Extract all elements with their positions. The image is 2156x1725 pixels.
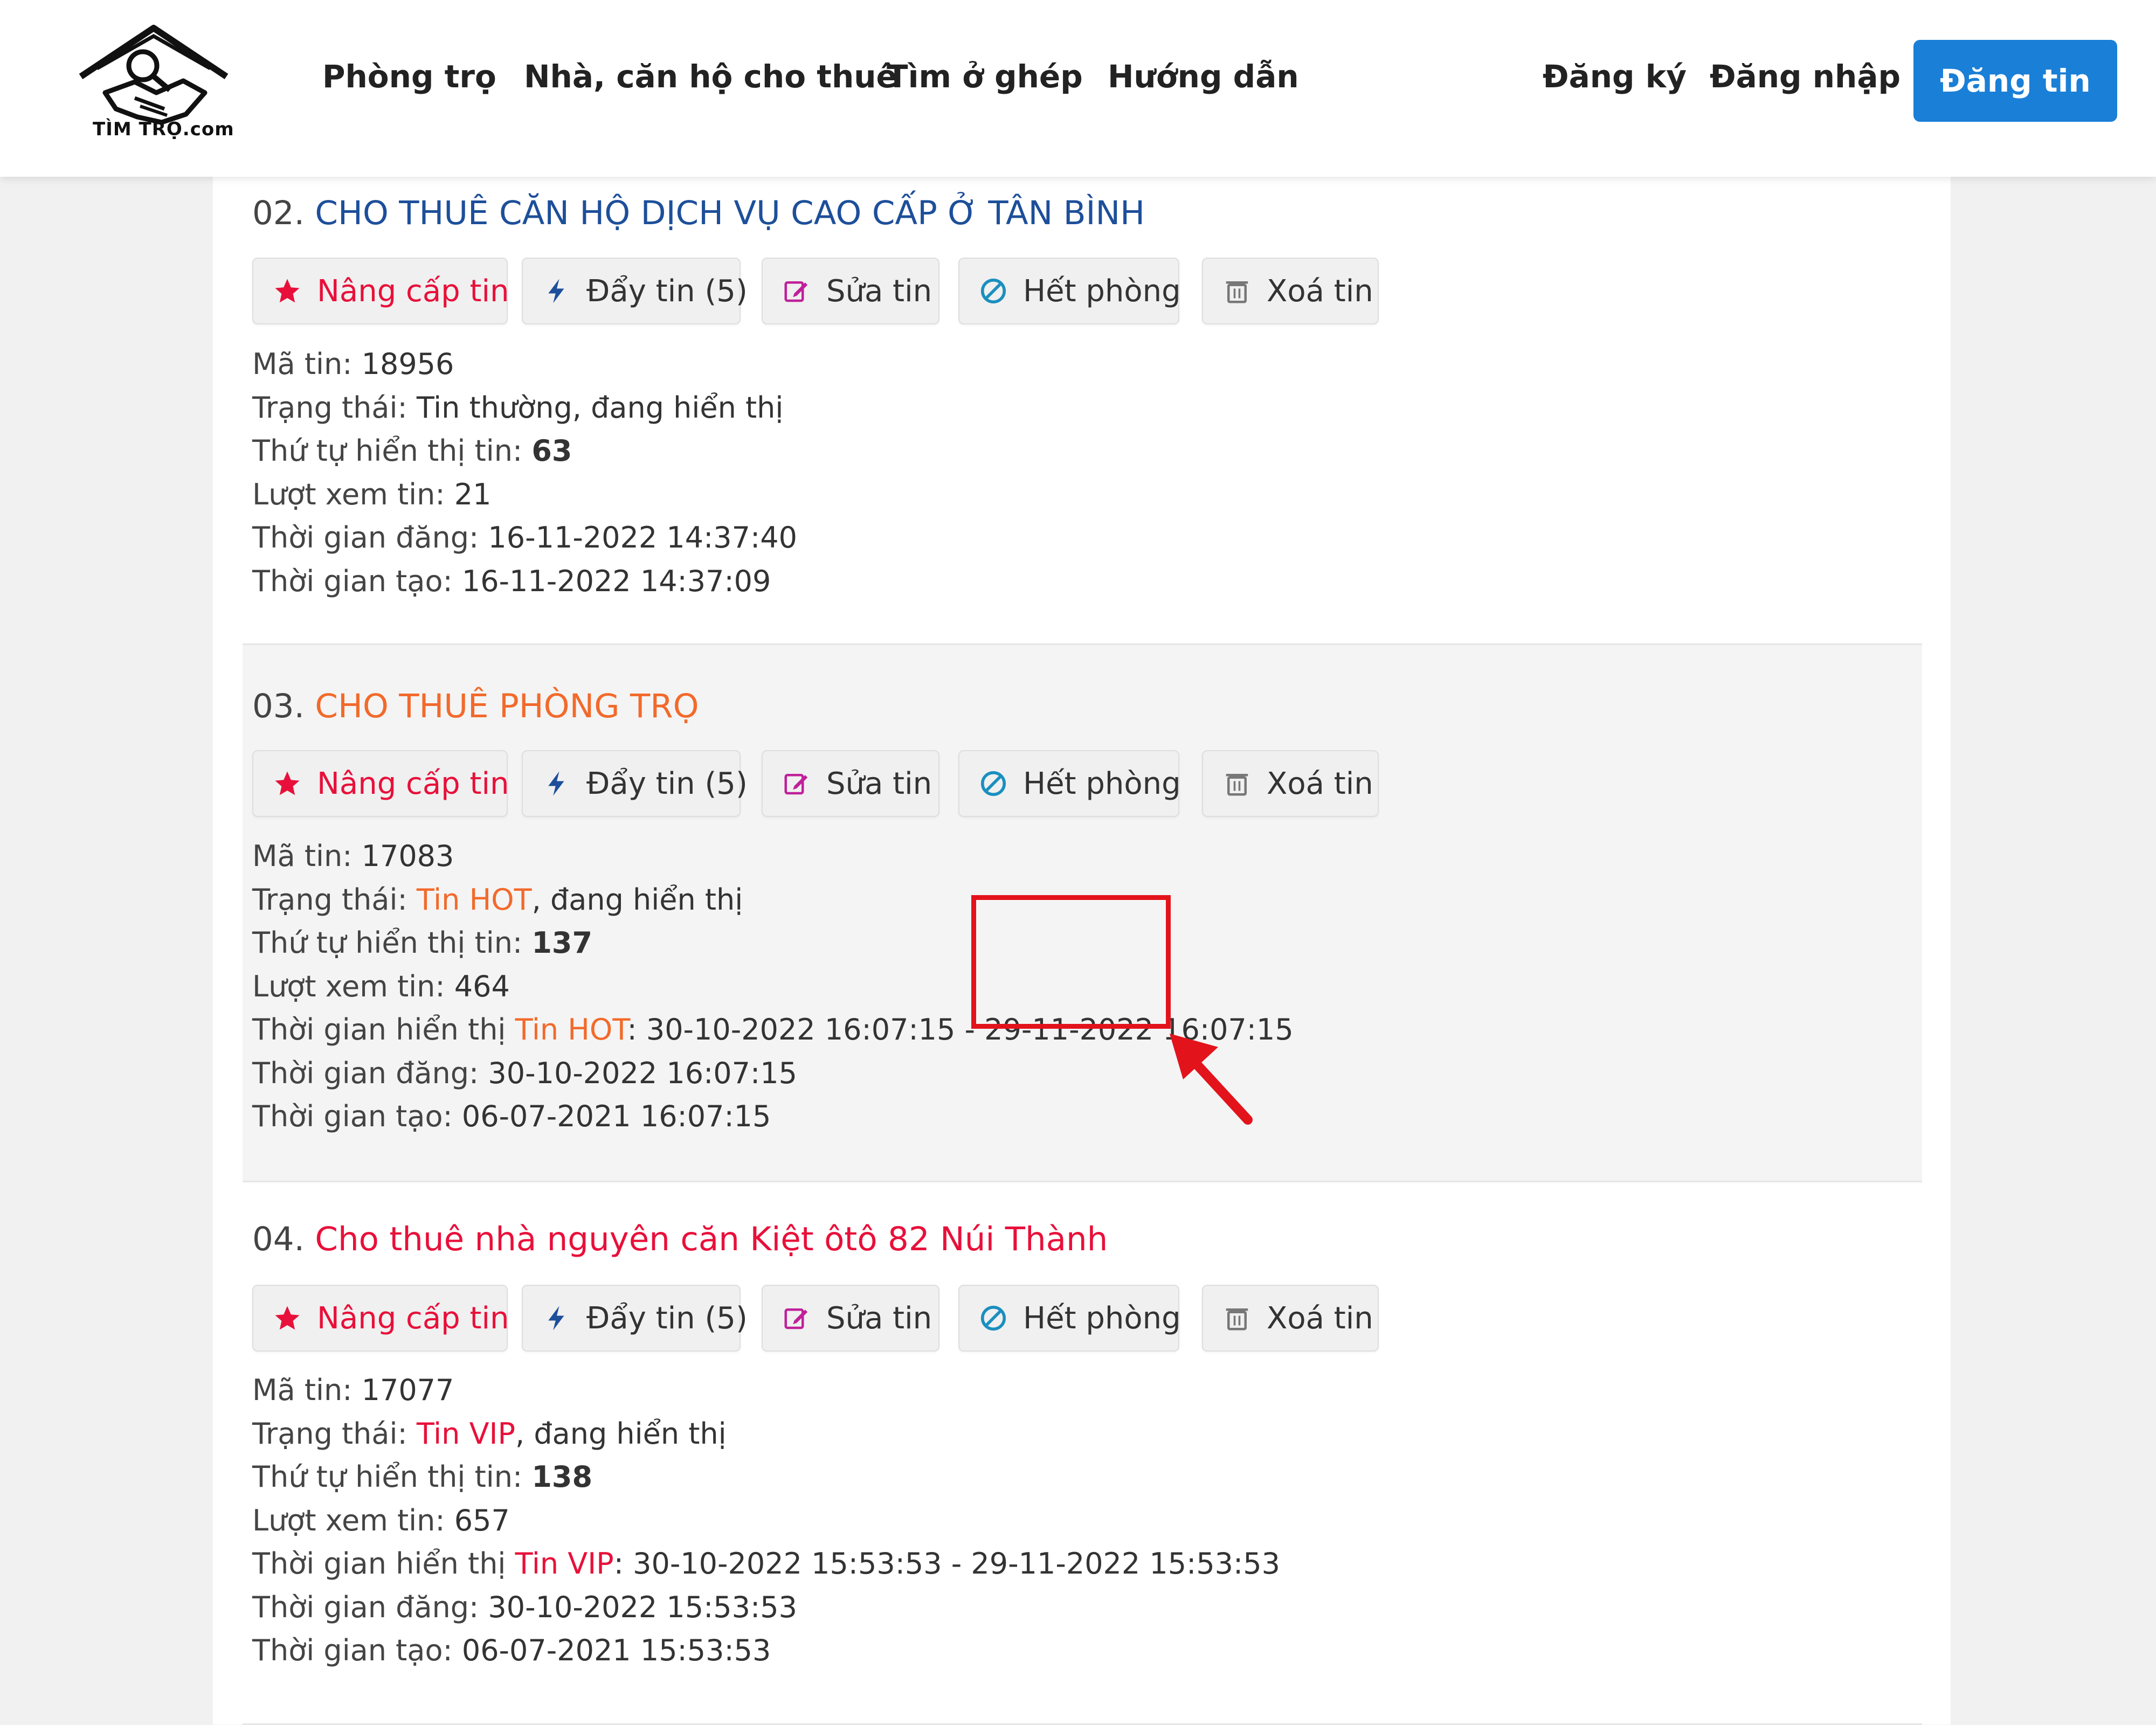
edit-button-highlight-box — [971, 895, 1171, 1029]
listing-title: 04. Cho thuê nhà nguyên căn Kiệt ôtô 82 … — [252, 1220, 1108, 1258]
listing-item: 04. Cho thuê nhà nguyên căn Kiệt ôtô 82 … — [243, 1182, 1922, 1723]
ban-icon — [980, 1305, 1006, 1331]
lightning-icon — [548, 279, 564, 303]
order-row: Thứ tự hiển thị tin: 63 — [252, 434, 572, 468]
edit-button[interactable]: Sửa tin — [762, 258, 939, 324]
lightning-icon — [548, 1306, 564, 1331]
site-logo[interactable]: TÌM TRỌ.com — [75, 17, 234, 140]
soldout-label: Hết phòng — [1023, 766, 1181, 801]
created-row: Thời gian tạo: 06-07-2021 15:53:53 — [252, 1633, 771, 1667]
upgrade-label: Nâng cấp tin — [317, 273, 509, 309]
delete-label: Xoá tin — [1267, 273, 1373, 309]
logo-wordmark: TÌM TRỌ.com — [93, 119, 234, 140]
soldout-button[interactable]: Hết phòng — [958, 258, 1181, 324]
edit-label: Sửa tin — [826, 273, 932, 309]
nav-phong-tro[interactable]: Phòng trọ — [322, 58, 496, 95]
edit-icon — [784, 281, 808, 302]
status-row: Trạng thái: Tin VIP, đang hiển thị — [252, 1416, 727, 1451]
edit-label: Sửa tin — [826, 766, 932, 801]
soldout-button[interactable]: Hết phòng — [958, 750, 1181, 817]
posted-row: Thời gian đăng: 16-11-2022 14:37:40 — [252, 521, 797, 555]
edit-label: Sửa tin — [826, 1300, 932, 1336]
upgrade-label: Nâng cấp tin — [317, 1300, 509, 1336]
views-row: Lượt xem tin: 657 — [252, 1503, 510, 1537]
posted-row: Thời gian đăng: 30-10-2022 15:53:53 — [252, 1590, 797, 1624]
upgrade-button[interactable]: Nâng cấp tin — [252, 1285, 509, 1352]
listing-panel: 02. CHO THUÊ CĂN HỘ DỊCH VỤ CAO CẤP Ở TÂ… — [213, 177, 1951, 1725]
push-label: Đẩy tin (5) — [586, 273, 748, 309]
delete-label: Xoá tin — [1267, 766, 1373, 801]
soldout-label: Hết phòng — [1023, 1300, 1181, 1336]
listing-title-link[interactable]: Cho thuê nhà nguyên căn Kiệt ôtô 82 Núi … — [315, 1220, 1108, 1258]
listing-details: Mã tin: 18956 Trạng thái: Tin thường, đa… — [252, 343, 797, 603]
views-row: Lượt xem tin: 21 — [252, 477, 492, 511]
upgrade-button[interactable]: Nâng cấp tin — [252, 258, 509, 324]
push-button[interactable]: Đẩy tin (5) — [522, 258, 748, 324]
push-label: Đẩy tin (5) — [586, 766, 748, 801]
display-time-row: Thời gian hiển thị Tin VIP: 30-10-2022 1… — [252, 1547, 1280, 1581]
delete-label: Xoá tin — [1267, 1300, 1373, 1336]
login-link[interactable]: Đăng nhập — [1710, 58, 1901, 95]
delete-button[interactable]: Xoá tin — [1202, 1285, 1379, 1352]
pointer-arrow-icon — [1170, 1034, 1253, 1125]
edit-button[interactable]: Sửa tin — [762, 750, 939, 817]
ban-icon — [980, 771, 1006, 796]
created-row: Thời gian tạo: 06-07-2021 16:07:15 — [252, 1099, 771, 1133]
push-button[interactable]: Đẩy tin (5) — [522, 750, 748, 817]
trash-icon — [1226, 281, 1248, 303]
listing-item: 02. CHO THUÊ CĂN HỘ DỊCH VỤ CAO CẤP Ở TÂ… — [243, 177, 1922, 643]
upgrade-label: Nâng cấp tin — [317, 766, 509, 801]
edit-icon — [784, 774, 808, 795]
edit-icon — [784, 1308, 808, 1329]
edit-button[interactable]: Sửa tin — [762, 1285, 939, 1352]
push-label: Đẩy tin (5) — [586, 1300, 748, 1336]
code-row: Mã tin: 17083 — [252, 839, 454, 873]
site-header: TÌM TRỌ.com Phòng trọ Nhà, căn hộ cho th… — [0, 0, 2156, 177]
status-row: Trạng thái: Tin thường, đang hiển thị — [252, 390, 784, 425]
listing-number: 02. — [252, 194, 305, 232]
nav-huong-dan[interactable]: Hướng dẫn — [1108, 58, 1299, 95]
listing-details: Mã tin: 17077 Trạng thái: Tin VIP, đang … — [252, 1369, 1280, 1673]
listing-number: 04. — [252, 1220, 305, 1258]
star-icon — [275, 279, 300, 303]
listing-title: 02. CHO THUÊ CĂN HỘ DỊCH VỤ CAO CẤP Ở TÂ… — [252, 194, 1145, 232]
nav-nha-can-ho[interactable]: Nhà, căn hộ cho thuê — [524, 58, 897, 95]
soldout-button[interactable]: Hết phòng — [958, 1285, 1181, 1352]
trash-icon — [1226, 774, 1248, 796]
star-icon — [275, 1306, 300, 1330]
nav-tim-o-ghep[interactable]: Tìm ở ghép — [887, 58, 1083, 95]
posted-row: Thời gian đăng: 30-10-2022 16:07:15 — [252, 1056, 797, 1090]
delete-button[interactable]: Xoá tin — [1202, 258, 1379, 324]
register-link[interactable]: Đăng ký — [1543, 58, 1687, 95]
created-row: Thời gian tạo: 16-11-2022 14:37:09 — [252, 564, 771, 598]
code-row: Mã tin: 18956 — [252, 347, 454, 381]
delete-button[interactable]: Xoá tin — [1202, 750, 1379, 817]
order-row: Thứ tự hiển thị tin: 138 — [252, 1460, 593, 1494]
listing-title-link[interactable]: CHO THUÊ CĂN HỘ DỊCH VỤ CAO CẤP Ở TÂN BÌ… — [315, 194, 1145, 232]
star-icon — [275, 771, 300, 795]
ban-icon — [980, 278, 1006, 304]
listing-title: 03. CHO THUÊ PHÒNG TRỌ — [252, 687, 699, 725]
code-row: Mã tin: 17077 — [252, 1373, 454, 1407]
post-listing-button[interactable]: Đăng tin — [1913, 40, 2117, 122]
listing-title-link[interactable]: CHO THUÊ PHÒNG TRỌ — [315, 687, 699, 725]
push-button[interactable]: Đẩy tin (5) — [522, 1285, 748, 1352]
trash-icon — [1226, 1308, 1248, 1331]
soldout-label: Hết phòng — [1023, 273, 1181, 309]
lightning-icon — [548, 771, 564, 796]
upgrade-button[interactable]: Nâng cấp tin — [252, 750, 509, 817]
listing-number: 03. — [252, 687, 305, 725]
